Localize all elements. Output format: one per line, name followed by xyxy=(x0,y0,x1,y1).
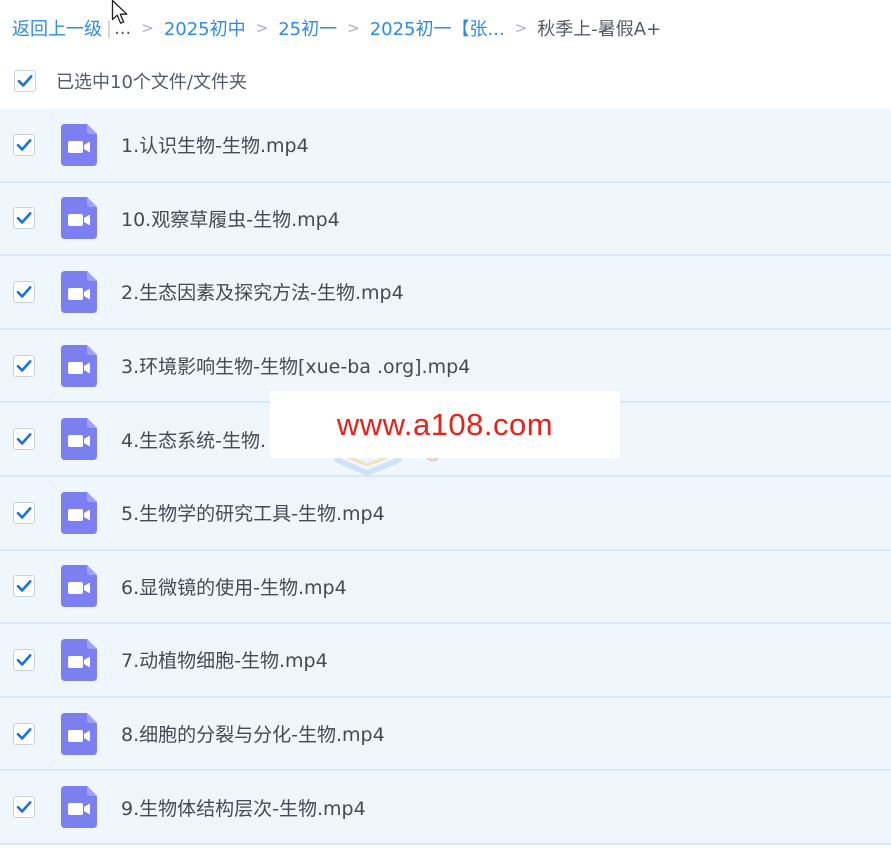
file-checkbox[interactable] xyxy=(13,133,35,156)
file-row[interactable]: 10.观察草履虫-生物.mp4 xyxy=(0,182,891,257)
video-file-icon xyxy=(61,270,97,313)
breadcrumb: 返回上一级 | ... > 2025初中 > 25初一 > 2025初一【张..… xyxy=(12,14,661,42)
video-file-icon xyxy=(61,418,97,461)
breadcrumb-item-2025-grade7-zhang[interactable]: 2025初一【张... xyxy=(370,15,505,41)
video-file-icon xyxy=(61,123,97,166)
checkbox-checked-icon xyxy=(16,138,32,151)
video-file-icon xyxy=(61,344,97,387)
file-row[interactable]: 8.细胞的分裂与分化-生物.mp4 xyxy=(0,697,891,772)
video-file-icon xyxy=(61,786,97,829)
file-checkbox[interactable] xyxy=(13,796,35,819)
file-list: 1.认识生物-生物.mp4 10.观察草履虫-生物.mp4 2.生态因素及探究方… xyxy=(0,109,891,845)
breadcrumb-current: 秋季上-暑假A+ xyxy=(537,19,662,40)
file-checkbox[interactable] xyxy=(13,648,35,671)
mouse-cursor-icon xyxy=(111,0,128,24)
file-row[interactable]: 6.显微镜的使用-生物.mp4 xyxy=(0,550,891,625)
file-row[interactable]: 2.生态因素及探究方法-生物.mp4 xyxy=(0,256,891,330)
file-name[interactable]: 3.环境影响生物-生物[xue-ba .org].mp4 xyxy=(121,352,470,379)
file-row[interactable]: 9.生物体结构层次-生物.mp4 xyxy=(0,771,891,845)
file-name[interactable]: 2.生态因素及探究方法-生物.mp4 xyxy=(121,278,404,305)
file-name[interactable]: 7.动植物细胞-生物.mp4 xyxy=(121,646,328,673)
file-name[interactable]: 4.生态系统-生物. xyxy=(121,426,266,453)
checkbox-checked-icon xyxy=(16,506,32,519)
video-file-icon xyxy=(61,565,97,608)
video-file-icon xyxy=(61,712,97,755)
checkbox-checked-icon xyxy=(16,433,32,445)
select-all-checkbox[interactable] xyxy=(14,70,36,92)
checkbox-checked-icon xyxy=(16,359,32,372)
checkbox-checked-icon xyxy=(16,727,32,740)
file-row[interactable]: 5.生物学的研究工具-生物.mp4 xyxy=(0,476,891,551)
file-name[interactable]: 6.显微镜的使用-生物.mp4 xyxy=(121,573,347,600)
file-row[interactable]: 7.动植物细胞-生物.mp4 xyxy=(0,624,891,698)
breadcrumb-separator: > xyxy=(347,19,360,37)
file-browser: 返回上一级 | ... > 2025初中 > 25初一 > 2025初一【张..… xyxy=(0,0,891,848)
selection-count-label: 已选中10个文件/文件夹 xyxy=(56,72,247,93)
file-checkbox[interactable] xyxy=(13,575,35,598)
checkbox-checked-icon xyxy=(17,75,33,87)
watermark-text: www.a108.com xyxy=(336,406,554,442)
back-link[interactable]: 返回上一级 xyxy=(12,15,102,41)
file-row[interactable]: 1.认识生物-生物.mp4 xyxy=(0,109,891,183)
file-checkbox[interactable] xyxy=(13,354,35,377)
file-checkbox[interactable] xyxy=(13,280,35,303)
checkbox-checked-icon xyxy=(16,801,32,813)
breadcrumb-separator: > xyxy=(141,19,154,37)
file-checkbox[interactable] xyxy=(13,207,35,230)
file-checkbox[interactable] xyxy=(13,722,35,745)
breadcrumb-separator: > xyxy=(514,19,528,37)
video-file-icon xyxy=(61,638,97,681)
breadcrumb-item-2025-junior[interactable]: 2025初中 xyxy=(164,15,246,41)
video-file-icon xyxy=(61,491,97,534)
file-name[interactable]: 8.细胞的分裂与分化-生物.mp4 xyxy=(121,720,385,747)
file-name[interactable]: 1.认识生物-生物.mp4 xyxy=(121,131,309,158)
checkbox-checked-icon xyxy=(16,580,32,593)
checkbox-checked-icon xyxy=(16,212,32,225)
breadcrumb-item-25-grade7[interactable]: 25初一 xyxy=(278,15,337,41)
breadcrumb-separator: > xyxy=(255,19,269,37)
file-name[interactable]: 9.生物体结构层次-生物.mp4 xyxy=(121,794,366,821)
checkbox-checked-icon xyxy=(16,654,32,666)
watermark-banner: www.a108.com xyxy=(270,391,620,458)
file-checkbox[interactable] xyxy=(13,428,35,451)
select-all-bar: 已选中10个文件/文件夹 xyxy=(0,60,891,102)
file-checkbox[interactable] xyxy=(13,501,35,524)
checkbox-checked-icon xyxy=(16,286,32,298)
file-name[interactable]: 10.观察草履虫-生物.mp4 xyxy=(121,205,340,232)
file-name[interactable]: 5.生物学的研究工具-生物.mp4 xyxy=(121,499,385,526)
video-file-icon xyxy=(61,197,97,240)
